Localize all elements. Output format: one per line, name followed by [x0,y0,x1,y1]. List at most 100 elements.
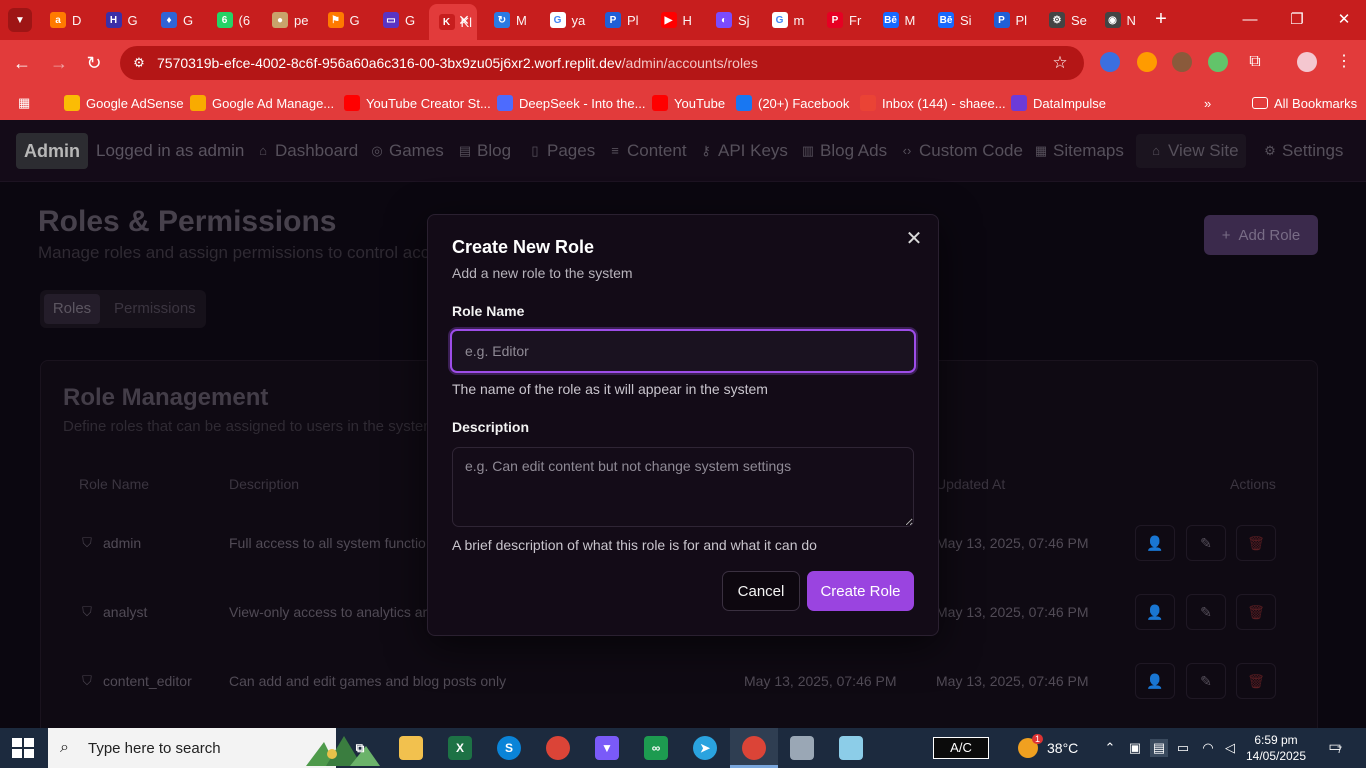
bookmark-star-icon[interactable]: ☆ [1050,53,1070,73]
nav-pages[interactable]: ▯ Pages [528,141,595,161]
nav-custom-code[interactable]: ‹› Custom Code [900,141,1023,161]
column-header-updated-at[interactable]: Updated At [936,476,1005,492]
create-role-button[interactable]: Create Role [807,571,914,611]
reload-button[interactable]: ↻ [82,51,106,75]
notification-icon[interactable]: ▭ 7 [1324,738,1346,758]
delete-button[interactable]: 🗑 [1236,663,1276,699]
bookmark-item[interactable]: Google AdSense [64,93,184,113]
battery-icon[interactable]: ▭ [1174,739,1192,757]
tab-roles[interactable]: Roles [44,294,100,324]
delete-button[interactable]: 🗑 [1236,525,1276,561]
clock[interactable]: 6:59 pm 14/05/2025 [1243,732,1309,764]
role-name-input[interactable] [450,329,916,373]
meet-now-icon[interactable]: ▣ [1126,739,1144,757]
nav-api-keys[interactable]: ⚷ API Keys [699,141,788,161]
edit-button[interactable]: ✎ [1186,663,1226,699]
cancel-button[interactable]: Cancel [722,571,800,611]
browser-tab[interactable]: ⚙ Se [1039,6,1095,34]
extensions-puzzle-icon[interactable]: ⧉ [1245,52,1265,72]
nav-games[interactable]: ◎ Games [370,141,443,161]
browser-tab[interactable]: ↻ M [484,6,540,34]
add-role-button[interactable]: + Add Role [1204,215,1318,255]
site-info-icon[interactable]: ⚙ [130,54,148,72]
chevron-up-icon[interactable]: ⌃ [1101,739,1119,757]
bookmark-item[interactable]: Inbox (144) - shaee... [860,93,1006,113]
gameloop-icon[interactable]: ∞ [644,736,668,760]
tab-permissions[interactable]: Permissions [114,294,196,324]
forward-button[interactable]: → [47,51,71,75]
browser-tab[interactable]: ◐ Sj [706,6,762,34]
windows-start-icon[interactable] [12,738,34,758]
url-text[interactable]: 7570319b-efce-4002-8c6f-956a60a6c316-00-… [157,55,758,71]
browser-tab[interactable]: HG [96,6,152,34]
task-view-icon[interactable]: ⧉ [348,736,372,760]
file-explorer-icon[interactable] [399,736,423,760]
bookmark-item[interactable]: YouTube [652,93,725,113]
chrome-active-icon[interactable] [742,736,766,760]
extension-icon[interactable] [1208,52,1228,72]
nav-view-site[interactable]: ⌂ View Site [1149,141,1239,161]
ac-indicator[interactable]: A/C [933,737,989,759]
nav-content[interactable]: ≡ Content [608,141,686,161]
browser-tab[interactable]: Bē Si [928,6,984,34]
action-icon[interactable]: ▤ [1150,739,1168,757]
address-bar[interactable]: ⚙ 7570319b-efce-4002-8c6f-956a60a6c316-0… [120,46,1084,80]
skype-icon[interactable]: S [497,736,521,760]
browser-tab[interactable]: Gya [540,6,596,34]
browser-tab[interactable]: Gm [762,6,818,34]
nav-settings[interactable]: ⚙ Settings [1263,141,1343,161]
delete-button[interactable]: 🗑 [1236,594,1276,630]
nav-blog-ads[interactable]: ▥ Blog Ads [801,141,887,161]
browser-tab[interactable]: ⚑ G [318,6,374,34]
bookmark-item[interactable]: DeepSeek - Into the... [497,93,645,113]
description-textarea[interactable] [452,447,914,527]
profile-avatar[interactable] [1297,52,1317,72]
excel-icon[interactable]: X [448,736,472,760]
taskbar-search[interactable]: ⌕ Type here to search [48,728,380,768]
edit-button[interactable]: ✎ [1186,594,1226,630]
telegram-icon[interactable]: ➤ [693,736,717,760]
browser-tab[interactable]: ◉ N [1095,6,1151,34]
browser-tab[interactable]: 6 (6 [207,6,263,34]
tab-search-button[interactable]: ▼ [8,8,32,32]
bookmark-item[interactable]: Google Ad Manage... [190,93,334,113]
browser-menu-icon[interactable]: ⋮ [1334,52,1354,72]
all-bookmarks-folder[interactable]: All Bookmarks [1252,93,1357,113]
browser-tab[interactable]: P Pl [984,6,1040,34]
nav-sitemaps[interactable]: ▦ Sitemaps [1034,141,1124,161]
browser-tab[interactable]: ▭ G [373,6,429,34]
vpn-icon[interactable]: ▼ [595,736,619,760]
assign-users-button[interactable]: 👤 [1135,525,1175,561]
extension-icon[interactable] [1137,52,1157,72]
restore-button[interactable]: ❐ [1285,8,1309,32]
browser-tab[interactable]: aD [40,6,96,34]
new-tab-button[interactable]: + [1150,8,1172,30]
nav-dashboard[interactable]: ⌂ Dashboard [256,141,358,161]
monitor-app-icon[interactable] [790,736,814,760]
browser-tab[interactable]: P Fr [817,6,873,34]
bookmark-item[interactable]: DataImpulse [1011,93,1106,113]
nav-blog[interactable]: ▤ Blog [458,141,511,161]
edit-button[interactable]: ✎ [1186,525,1226,561]
notes-app-icon[interactable] [839,736,863,760]
bookmark-item[interactable]: (20+) Facebook [736,93,849,113]
chrome-icon[interactable] [546,736,570,760]
weather-icon[interactable]: 1 [1018,734,1044,758]
close-icon[interactable]: ✕ [904,229,924,249]
browser-tab[interactable]: ▶ H [651,6,707,34]
browser-tab[interactable]: ♦ G [151,6,207,34]
browser-tab[interactable]: ● pe [262,6,318,34]
close-tab-icon[interactable]: ✕ [456,12,472,28]
back-button[interactable]: ← [10,51,34,75]
minimize-button[interactable]: — [1238,8,1262,32]
column-header-role-name[interactable]: Role Name [79,476,149,492]
browser-tab[interactable]: P Pl [595,6,651,34]
more-bookmarks-icon[interactable]: » [1204,93,1211,113]
column-header-description[interactable]: Description [229,476,299,492]
assign-users-button[interactable]: 👤 [1135,663,1175,699]
bookmark-item[interactable]: YouTube Creator St... [344,93,491,113]
volume-icon[interactable]: ◁ [1221,739,1239,757]
apps-grid-icon[interactable]: ▦ [18,93,30,113]
extension-icon[interactable] [1172,52,1192,72]
assign-users-button[interactable]: 👤 [1135,594,1175,630]
